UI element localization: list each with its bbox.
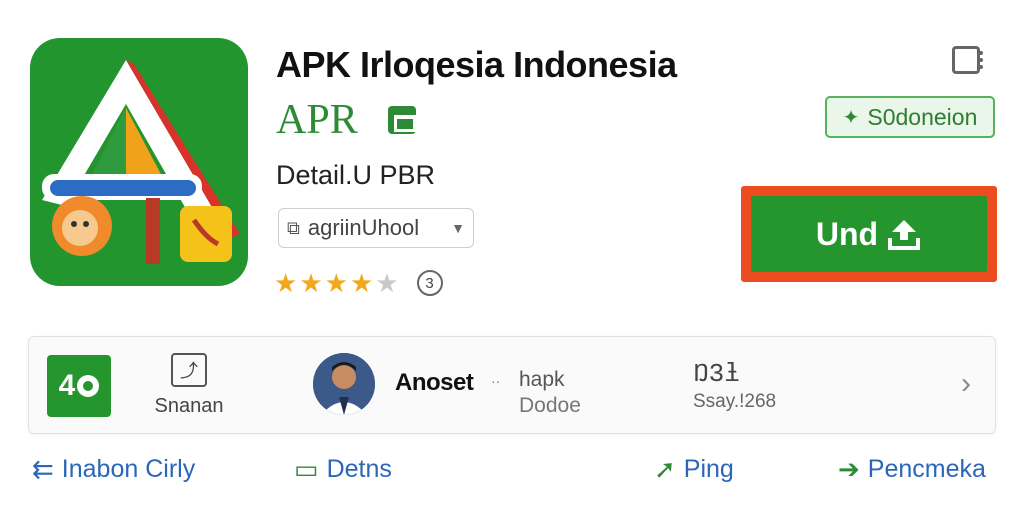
share-stat[interactable]: ⤴ Snanan — [139, 353, 239, 418]
star-icon: ★ — [349, 268, 374, 298]
menu-lines-icon: ⇇ — [32, 454, 54, 484]
window-menu-button[interactable] — [946, 42, 986, 78]
forward-arrow-icon: ➔ — [838, 454, 860, 484]
star-icon: ★ — [274, 268, 298, 298]
install-highlight: Und — [741, 186, 997, 282]
chevron-right-icon[interactable]: › — [961, 367, 971, 401]
developer-logo: 4 — [47, 355, 111, 417]
star-icon: ★ — [299, 268, 323, 298]
app-title: APK Irloqesia Indonesia — [276, 44, 677, 85]
link-box-icon: ⧉ — [287, 217, 300, 238]
link-label: Pencmeka — [867, 455, 986, 483]
size-info: Ŋ3ƚ Ssay.!268 — [693, 359, 776, 413]
separator-dots: ·· — [491, 373, 501, 389]
share-arrow-icon: ➚ — [654, 454, 676, 484]
variant-dropdown[interactable]: ⧉ agriinUhool ▼ — [278, 208, 474, 248]
window-icon — [952, 46, 983, 74]
brand-badge-icon — [387, 106, 416, 134]
upload-icon — [886, 216, 922, 252]
pair-top: hapk — [519, 368, 565, 391]
rating-count: 3 — [416, 270, 443, 296]
link-label: Detns — [326, 455, 392, 483]
link-label: Inabon Cirly — [61, 455, 196, 483]
link-inabon[interactable]: ⇇ Inabon Cirly — [32, 454, 195, 485]
leaf-icon: ✦ — [842, 106, 860, 129]
link-details[interactable]: ▭ Detns — [294, 454, 392, 485]
star-icon: ★ — [375, 268, 399, 298]
info-card: 4 ⤴ Snanan Anoset ·· hapk Dodoe Ŋ3ƚ Ssay… — [28, 336, 996, 434]
link-label: Ping — [683, 455, 734, 483]
size-label: Ssay.!268 — [693, 391, 777, 412]
link-ping[interactable]: ➚ Ping — [654, 454, 734, 485]
share-stat-label: Snanan — [154, 395, 224, 417]
app-detail: Detail.U PBR — [276, 160, 436, 190]
brand-name: APR — [276, 97, 358, 143]
link-pencmeka[interactable]: ➔ Pencmeka — [838, 454, 986, 485]
author-name: Anoset — [395, 369, 474, 396]
dropdown-value: agriinUhool — [307, 215, 420, 240]
avatar — [313, 353, 375, 415]
rating: ★ ★ ★ ★ ★ 3 — [274, 270, 443, 296]
brand-row: APR — [276, 96, 416, 144]
category-badge-label: S0doneion — [867, 103, 978, 130]
category-pair: hapk Dodoe — [519, 367, 581, 419]
chat-bubble-icon: ▭ — [294, 454, 319, 484]
install-button-label: Und — [815, 215, 879, 252]
install-button[interactable]: Und — [751, 196, 987, 272]
app-icon — [30, 38, 248, 286]
share-box-icon: ⤴ — [171, 353, 207, 387]
chevron-down-icon: ▼ — [451, 220, 465, 236]
size-value: Ŋ3ƚ — [693, 359, 740, 389]
pair-bottom: Dodoe — [519, 394, 581, 417]
category-badge[interactable]: ✦ S0doneion — [825, 96, 995, 138]
star-icon: ★ — [324, 268, 348, 298]
